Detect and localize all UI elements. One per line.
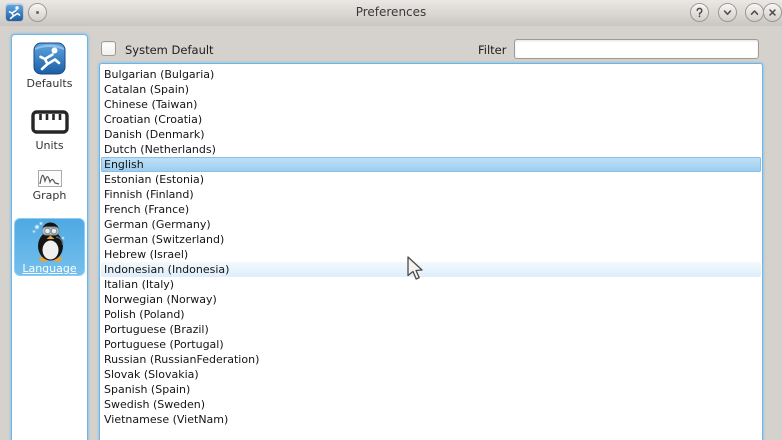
list-item[interactable]: English: [101, 157, 761, 172]
list-item[interactable]: Portuguese (Portugal): [101, 337, 761, 352]
minimize-button[interactable]: [718, 3, 737, 22]
sidebar-item-label: Language: [15, 262, 84, 275]
list-item[interactable]: Estonian (Estonia): [101, 172, 761, 187]
list-item[interactable]: German (Germany): [101, 217, 761, 232]
list-item[interactable]: Danish (Denmark): [101, 127, 761, 142]
ruler-icon: [30, 107, 70, 137]
list-item[interactable]: Polish (Poland): [101, 307, 761, 322]
list-item[interactable]: Bulgarian (Bulgaria): [101, 67, 761, 82]
list-item[interactable]: German (Switzerland): [101, 232, 761, 247]
list-item[interactable]: Catalan (Spain): [101, 82, 761, 97]
list-item[interactable]: Swedish (Sweden): [101, 397, 761, 412]
list-item[interactable]: Croatian (Croatia): [101, 112, 761, 127]
sidebar-item-language[interactable]: Language: [14, 218, 85, 276]
tux-penguin-diver-icon: [28, 220, 72, 262]
list-item[interactable]: Vietnamese (VietNam): [101, 412, 761, 427]
list-item[interactable]: Russian (RussianFederation): [101, 352, 761, 367]
filter-label: Filter: [478, 43, 506, 57]
list-item[interactable]: Indonesian (Indonesia): [101, 262, 761, 277]
preferences-window: Preferences: [0, 0, 782, 440]
question-icon: [694, 7, 705, 18]
sidebar-item-defaults[interactable]: Defaults: [12, 42, 87, 90]
list-item[interactable]: Finnish (Finland): [101, 187, 761, 202]
list-item[interactable]: Spanish (Spain): [101, 382, 761, 397]
diver-icon: [33, 42, 66, 75]
list-item[interactable]: French (France): [101, 202, 761, 217]
help-button[interactable]: [690, 3, 709, 22]
list-item[interactable]: Italian (Italy): [101, 277, 761, 292]
filter-input[interactable]: [514, 39, 759, 59]
close-icon: [767, 7, 778, 18]
sidebar-item-units[interactable]: Units: [12, 107, 87, 152]
list-item[interactable]: Chinese (Taiwan): [101, 97, 761, 112]
window-title: Preferences: [0, 5, 782, 19]
sidebar-item-graph[interactable]: Graph: [12, 170, 87, 202]
sidebar-item-label: Graph: [12, 189, 87, 202]
sidebar: Defaults Units Graph: [11, 34, 88, 440]
system-default-label: System Default: [125, 43, 214, 57]
sidebar-item-label: Units: [12, 139, 87, 152]
titlebar: Preferences: [0, 0, 782, 26]
language-list: Bulgarian (Bulgaria)Catalan (Spain)Chine…: [99, 63, 763, 440]
sidebar-item-label: Defaults: [12, 77, 87, 90]
list-item[interactable]: Norwegian (Norway): [101, 292, 761, 307]
list-item[interactable]: Slovak (Slovakia): [101, 367, 761, 382]
chevron-down-icon: [722, 7, 733, 18]
chevron-up-icon: [749, 7, 760, 18]
list-item[interactable]: Portuguese (Brazil): [101, 322, 761, 337]
maximize-button[interactable]: [745, 3, 764, 22]
list-item[interactable]: Hebrew (Israel): [101, 247, 761, 262]
list-item[interactable]: Dutch (Netherlands): [101, 142, 761, 157]
dive-profile-graph-icon: [38, 170, 62, 187]
close-button[interactable]: [763, 3, 782, 22]
system-default-checkbox[interactable]: [101, 41, 116, 56]
